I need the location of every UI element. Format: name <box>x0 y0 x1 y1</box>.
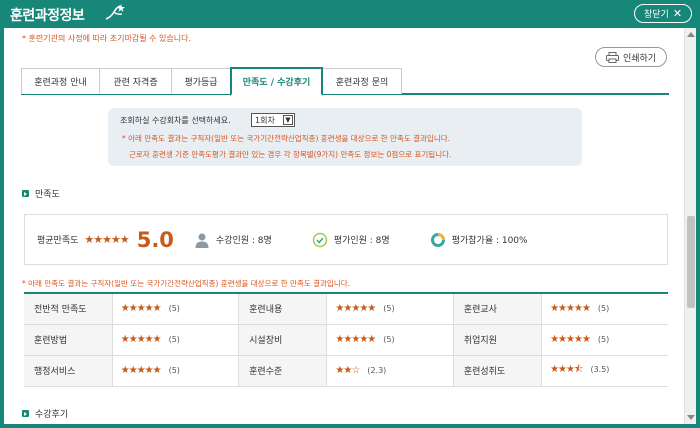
rating-value: ★★☆ (2.3) <box>326 355 454 387</box>
rating-value: ★★★★★ (5) <box>326 293 454 325</box>
satisfaction-heading: 만족도 <box>22 187 60 200</box>
avg-rating-stars: ★★★★★ <box>84 233 129 246</box>
rating-score: (5) <box>383 304 395 314</box>
early-close-notice: * 훈련기관의 사정에 따라 조기마감될 수 있습니다. <box>22 34 191 43</box>
rating-label: 훈련성취도 <box>453 355 543 387</box>
evaluated-stat: 평가인원 : 8명 <box>312 232 390 248</box>
rating-label: 행정서비스 <box>24 355 113 387</box>
rating-score: (5) <box>597 304 610 314</box>
rating-label: 훈련수준 <box>238 355 328 387</box>
rating-score: (5) <box>168 366 180 375</box>
scroll-down-icon[interactable] <box>687 415 695 420</box>
satisfaction-summary: 평균만족도 ★★★★★ 5.0 수강인원 : 8명 평가인원 : 8명 평가참가… <box>24 214 668 265</box>
print-button[interactable]: 인쇄하기 <box>595 47 667 67</box>
rating-score: (5) <box>168 304 180 314</box>
rating-value: ★★★★★ (5) <box>112 324 240 356</box>
close-button-label: 창닫기 <box>643 10 669 20</box>
enrolled-count: 수강인원 : 8명 <box>215 236 272 246</box>
avg-satisfaction-label: 평균만족도 <box>37 236 79 246</box>
rating-stars: ★★★★★ <box>120 365 162 376</box>
table-row: 전반적 만족도 ★★★★★ (5) 훈련내용 ★★★★★ (5) 훈련교사 ★★★★… <box>24 293 668 325</box>
participation-stat: 평가참가율 : 100% <box>430 232 528 248</box>
avg-score: 5.0 <box>136 227 174 252</box>
window-title: 훈련과정정보 <box>10 8 85 24</box>
print-button-label: 인쇄하기 <box>622 53 657 64</box>
rating-label: 훈련방법 <box>24 324 113 356</box>
rating-score: (2.3) <box>367 366 387 375</box>
session-select-value: 1회차 <box>255 115 275 125</box>
section-bullet-icon <box>22 190 29 197</box>
section-bullet-icon <box>22 410 29 417</box>
close-icon: ✕ <box>672 7 683 20</box>
rating-stars: ★★★★★ <box>335 334 376 345</box>
enrolled-stat: 수강인원 : 8명 <box>194 232 272 248</box>
rating-label: 전반적 만족도 <box>24 293 113 325</box>
rating-value: ★★★★★ (5) <box>541 293 668 325</box>
rating-label: 훈련내용 <box>238 293 328 325</box>
participation-rate: 평가참가율 : 100% <box>451 236 528 246</box>
close-window-button[interactable]: 창닫기 ✕ <box>634 4 692 23</box>
session-select[interactable]: 1회차 ▼ <box>251 113 295 127</box>
table-row: 훈련방법 ★★★★★ (5) 시설장비 ★★★★★ (5) 취업지원 ★★★★★ (5… <box>24 324 668 356</box>
rating-label: 시설장비 <box>238 324 328 356</box>
rating-stars: ★★☆ <box>335 365 360 376</box>
bird-logo-icon <box>105 4 125 20</box>
rating-value: ★★★★★ (5) <box>112 293 240 325</box>
table-row: 행정서비스 ★★★★★ (5) 훈련수준 ★★☆ (2.3) 훈련성취도 ★★★⯪ (… <box>24 355 668 387</box>
satisfaction-notice-1: * 아래 만족도 결과는 구직자(일반 또는 국가기간전략산업직종) 훈련생을 … <box>122 134 451 143</box>
rating-stars: ★★★⯪ <box>550 364 583 375</box>
person-icon <box>195 233 209 248</box>
chevron-down-icon: ▼ <box>283 115 293 125</box>
rating-value: ★★★★★ (5) <box>112 355 240 387</box>
ratings-table: 전반적 만족도 ★★★★★ (5) 훈련내용 ★★★★★ (5) 훈련교사 ★★★★… <box>24 292 668 387</box>
rating-value: ★★★★★ (5) <box>541 324 668 356</box>
rating-label: 훈련교사 <box>453 293 543 325</box>
rating-label: 취업지원 <box>453 324 543 356</box>
rating-score: (3.5) <box>590 365 610 374</box>
rating-score: (5) <box>383 335 395 344</box>
title-bar: 훈련과정정보 창닫기 ✕ <box>0 0 700 28</box>
tab-certificates[interactable]: 관련 자격증 <box>99 68 172 94</box>
session-select-label: 조회하실 수강회차를 선택하세요. <box>120 116 231 125</box>
scroll-up-icon[interactable] <box>687 32 695 37</box>
content-area: * 훈련기관의 사정에 따라 조기마감될 수 있습니다. 인쇄하기 훈련과정 안… <box>4 28 696 424</box>
reviews-heading: 수강후기 <box>22 407 68 420</box>
session-select-box: 조회하실 수강회차를 선택하세요. 1회차 ▼ * 아래 만족도 결과는 구직자… <box>108 108 582 166</box>
donut-chart-icon <box>430 232 445 247</box>
tab-course-guide[interactable]: 훈련과정 안내 <box>21 68 100 94</box>
vertical-scrollbar[interactable] <box>684 28 696 424</box>
rating-value: ★★★⯪ (3.5) <box>541 355 668 387</box>
scrollbar-thumb[interactable] <box>687 216 695 308</box>
check-circle-icon <box>312 232 328 247</box>
tab-evaluation-grade[interactable]: 평가등급 <box>171 68 231 94</box>
tab-course-inquiry[interactable]: 훈련과정 문의 <box>322 68 402 94</box>
rating-stars: ★★★★★ <box>120 334 162 345</box>
rating-stars: ★★★★★ <box>550 334 591 345</box>
satisfaction-notice-2: 근로자 훈련생 기준 만족도평가 결과만 있는 경우 각 항목별(9가지) 만족… <box>129 150 452 159</box>
rating-stars: ★★★★★ <box>335 303 376 315</box>
tab-bar: 훈련과정 안내 관련 자격증 평가등급 만족도 / 수강후기 훈련과정 문의 <box>21 67 669 96</box>
rating-score: (5) <box>597 335 610 344</box>
satisfaction-heading-label: 만족도 <box>35 190 60 200</box>
ratings-notice: * 아래 만족도 결과는 구직자(일반 또는 국가기간전략산업직종) 훈련생을 … <box>22 279 351 288</box>
printer-icon <box>605 51 619 63</box>
rating-stars: ★★★★★ <box>120 303 162 315</box>
tab-satisfaction-reviews[interactable]: 만족도 / 수강후기 <box>230 67 323 96</box>
rating-stars: ★★★★★ <box>550 303 591 315</box>
rating-value: ★★★★★ (5) <box>326 324 454 356</box>
reviews-heading-label: 수강후기 <box>35 410 69 420</box>
evaluated-count: 평가인원 : 8명 <box>333 236 390 246</box>
rating-score: (5) <box>168 335 180 344</box>
